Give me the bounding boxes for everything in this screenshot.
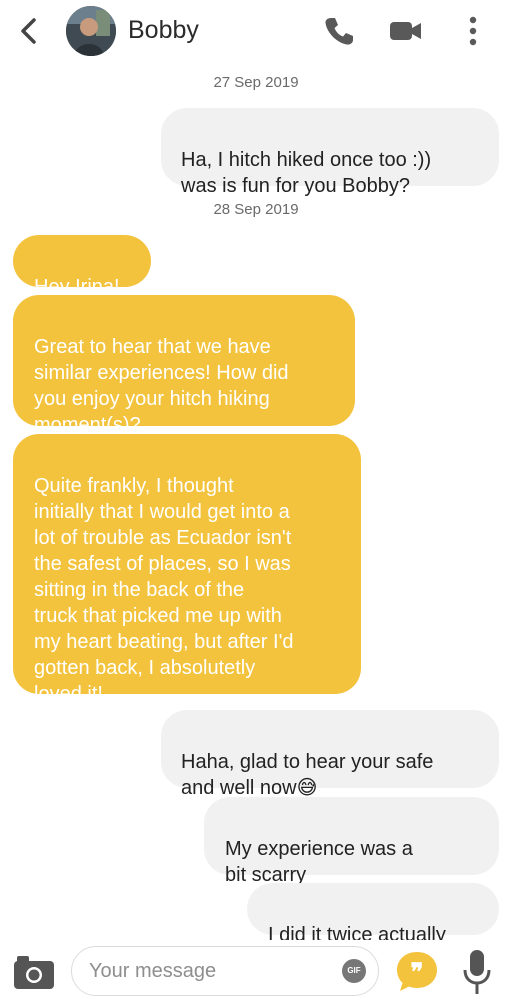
message-text: My experience was a bit scarry: [225, 838, 413, 886]
message-bubble-outgoing[interactable]: My experience was a bit scarry: [204, 797, 499, 886]
contact-name[interactable]: Bobby: [128, 16, 199, 45]
camera-icon[interactable]: [13, 953, 57, 991]
microphone-icon[interactable]: [461, 948, 493, 996]
video-camera-icon[interactable]: [388, 14, 422, 48]
message-text: Quite frankly, I thought initially that …: [34, 475, 294, 705]
message-text: Ha, I hitch hiked once too :)) was is fu…: [181, 149, 432, 197]
message-bubble-outgoing[interactable]: I did it twice actually: [247, 883, 499, 946]
svg-text:❞: ❞: [411, 957, 424, 986]
chevron-left-icon[interactable]: [14, 14, 44, 48]
message-input[interactable]: Your message GIF: [71, 946, 379, 996]
message-bubble-incoming[interactable]: Hey Irina!: [13, 235, 151, 298]
quote-bubble-icon[interactable]: ❞: [394, 949, 440, 995]
message-bubble-outgoing[interactable]: Haha, glad to hear your safe and well no…: [161, 710, 499, 799]
chat-header: Bobby: [0, 0, 512, 62]
avatar[interactable]: [66, 6, 116, 56]
sweat-smile-emoji-icon: 😅: [296, 777, 318, 799]
date-separator: 27 Sep 2019: [213, 74, 299, 91]
gif-button[interactable]: GIF: [342, 959, 366, 983]
message-bubble-incoming[interactable]: Quite frankly, I thought initially that …: [13, 434, 361, 705]
phone-icon[interactable]: [322, 14, 356, 48]
message-placeholder: Your message: [89, 960, 217, 982]
date-separator: 28 Sep 2019: [213, 201, 299, 218]
message-bubble-incoming[interactable]: Great to hear that we have similar exper…: [13, 295, 355, 436]
more-vertical-icon[interactable]: [456, 14, 490, 48]
message-bubble-outgoing[interactable]: Ha, I hitch hiked once too :)) was is fu…: [161, 108, 499, 197]
message-text: Great to hear that we have similar exper…: [34, 336, 289, 436]
message-composer: Your message GIF ❞: [0, 940, 512, 1003]
